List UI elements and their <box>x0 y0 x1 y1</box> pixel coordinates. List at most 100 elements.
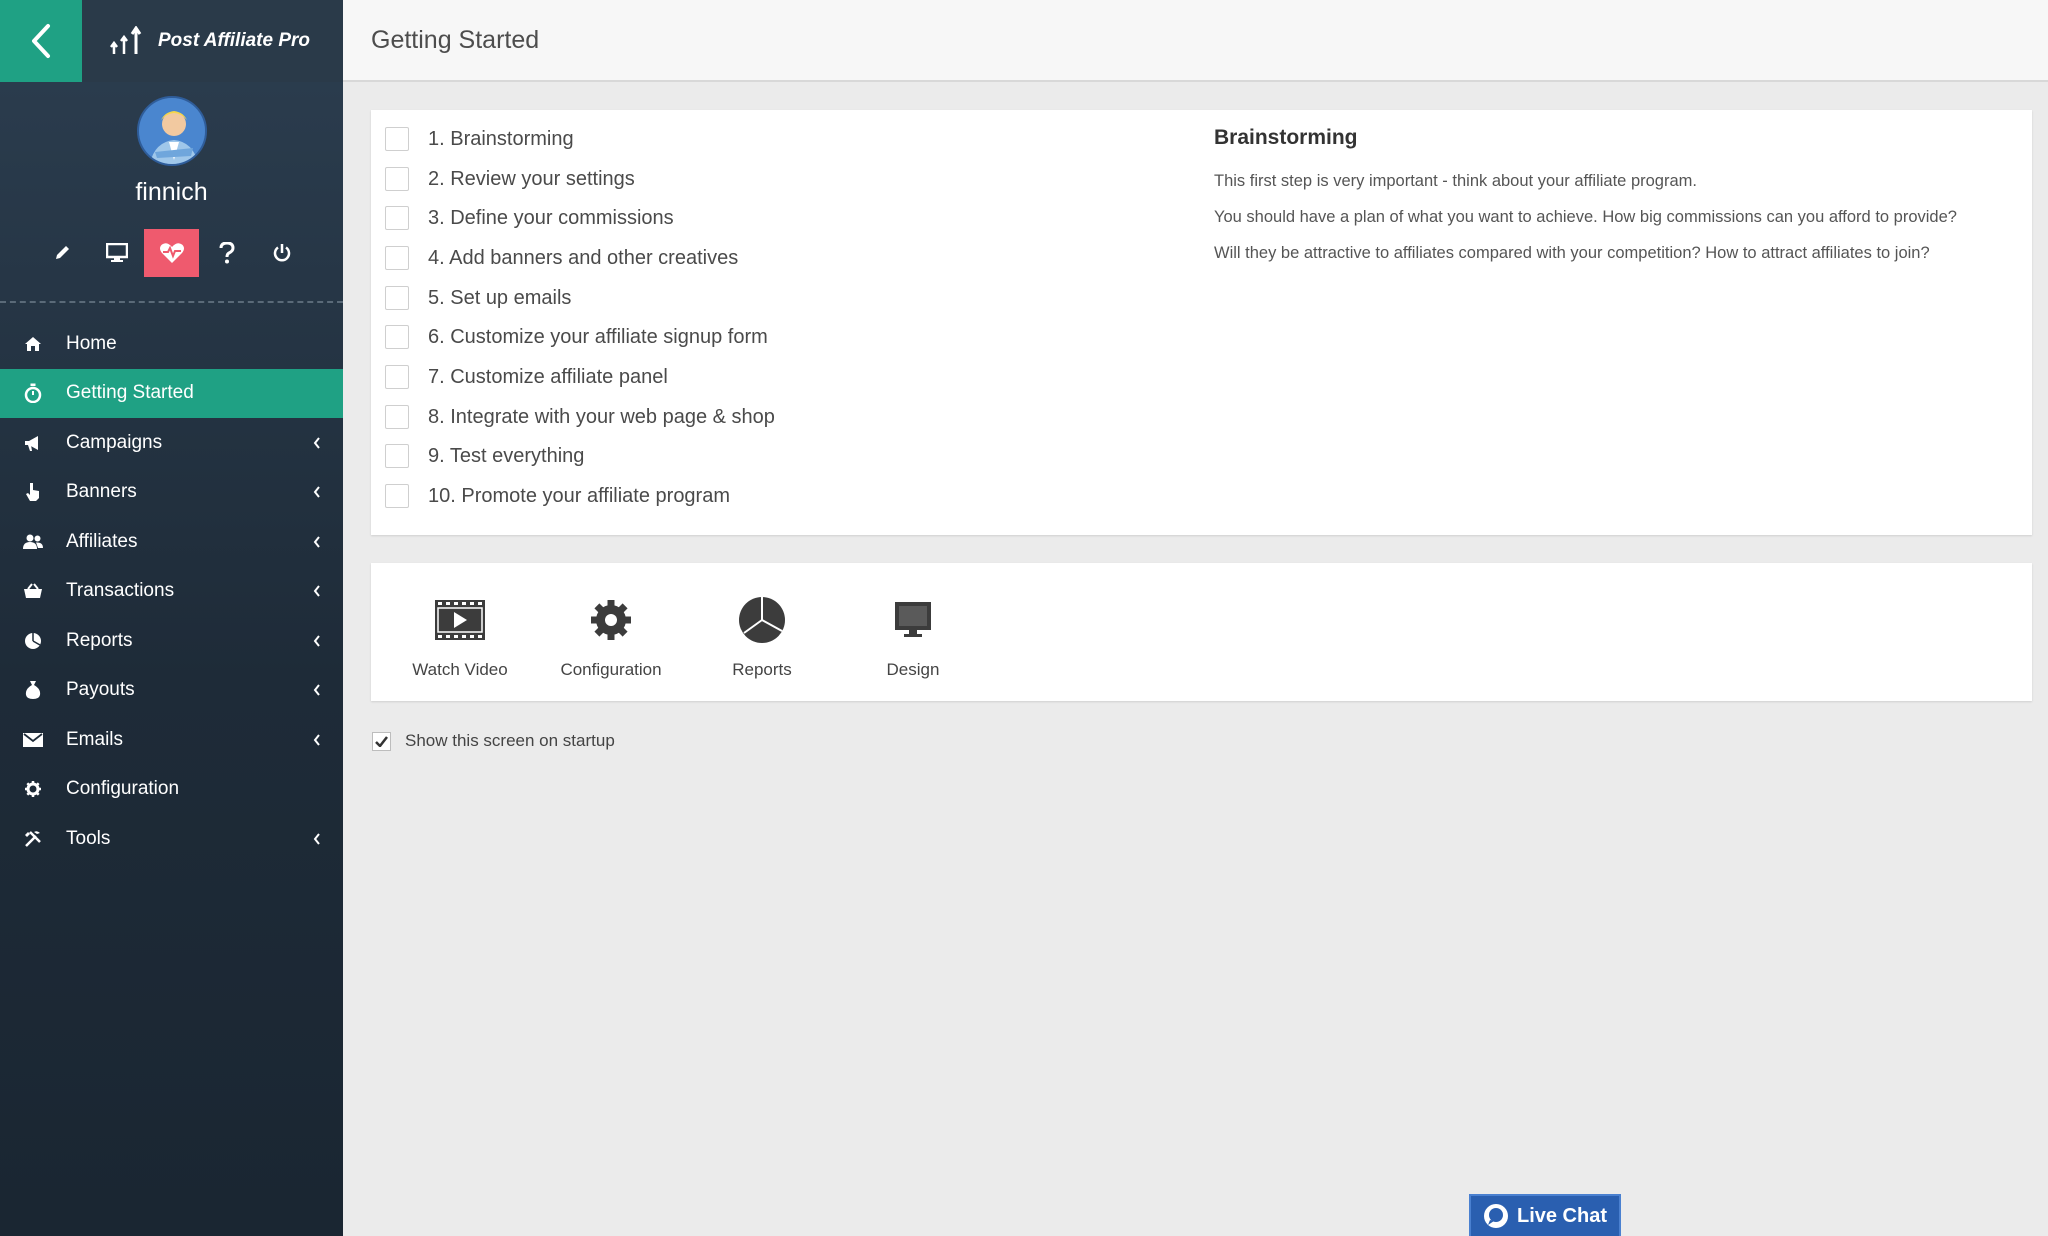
logo-text: Post Affiliate Pro <box>158 30 311 51</box>
step-item[interactable]: 5. Set up emails <box>385 283 571 313</box>
step-checkbox[interactable] <box>385 127 409 151</box>
step-label: 7. Customize affiliate panel <box>428 365 668 388</box>
design-link[interactable]: Design <box>858 595 968 680</box>
nav-item-transactions[interactable]: Transactions <box>0 567 343 617</box>
chevron-left-icon <box>313 833 320 845</box>
step-item[interactable]: 6. Customize your affiliate signup form <box>385 322 768 352</box>
logo-arrows-icon <box>110 26 142 54</box>
step-item[interactable]: 9. Test everything <box>385 441 584 471</box>
basket-icon <box>22 580 44 602</box>
nav-item-reports[interactable]: Reports <box>0 616 343 666</box>
page-title: Getting Started <box>371 26 540 54</box>
video-icon <box>405 595 515 645</box>
chevron-left-icon <box>313 536 320 548</box>
quick-links-panel: Watch Video Configuration Reports Design <box>371 563 2032 701</box>
quick-actions <box>0 229 343 277</box>
health-check-button[interactable] <box>144 229 199 277</box>
edit-profile-button[interactable] <box>34 229 89 277</box>
step-item[interactable]: 2. Review your settings <box>385 164 635 194</box>
money-bag-icon <box>22 679 44 701</box>
envelope-icon <box>22 729 44 751</box>
avatar[interactable] <box>136 96 207 166</box>
step-item[interactable]: 10. Promote your affiliate program <box>385 481 730 511</box>
nav-item-configuration[interactable]: Configuration <box>0 765 343 815</box>
configuration-link[interactable]: Configuration <box>556 595 666 680</box>
step-checkbox[interactable] <box>385 286 409 310</box>
step-label: 5. Set up emails <box>428 286 572 309</box>
step-checkbox[interactable] <box>385 167 409 191</box>
step-label: 10. Promote your affiliate program <box>428 484 731 507</box>
sidebar-divider <box>0 301 343 303</box>
nav-item-label: Getting Started <box>66 382 194 404</box>
help-button[interactable] <box>199 229 254 277</box>
nav-item-getting-started[interactable]: Getting Started <box>0 368 343 418</box>
nav-item-payouts[interactable]: Payouts <box>0 666 343 716</box>
nav-item-emails[interactable]: Emails <box>0 715 343 765</box>
home-icon <box>22 333 44 355</box>
step-checkbox[interactable] <box>385 246 409 270</box>
chevron-left-icon <box>313 635 320 647</box>
nav-item-campaigns[interactable]: Campaigns <box>0 418 343 468</box>
nav-item-tools[interactable]: Tools <box>0 814 343 864</box>
step-label: 6. Customize your affiliate signup form <box>428 325 768 348</box>
step-description-line: You should have a plan of what you want … <box>1214 208 1957 226</box>
sidebar-header: Post Affiliate Pro <box>0 0 343 82</box>
step-item[interactable]: 1. Brainstorming <box>385 124 574 154</box>
chevron-left-icon <box>313 585 320 597</box>
monitor-icon <box>858 595 968 645</box>
power-icon <box>273 244 290 262</box>
pencil-icon <box>55 246 69 259</box>
step-checkbox[interactable] <box>385 405 409 429</box>
gear-icon <box>556 595 666 645</box>
nav-item-home[interactable]: Home <box>0 319 343 369</box>
configuration-label: Configuration <box>560 660 662 679</box>
sidebar: Post Affiliate Pro finnich Home Getting … <box>0 0 343 1236</box>
show-on-startup-label: Show this screen on startup <box>405 731 615 750</box>
nav-item-affiliates[interactable]: Affiliates <box>0 517 343 567</box>
step-checkbox[interactable] <box>385 206 409 230</box>
step-description: Brainstorming This first step is very im… <box>1214 126 2014 280</box>
reports-link[interactable]: Reports <box>707 595 817 680</box>
step-item[interactable]: 4. Add banners and other creatives <box>385 243 738 273</box>
step-checkbox[interactable] <box>385 325 409 349</box>
step-label: 9. Test everything <box>428 444 585 467</box>
affiliate-panel-button[interactable] <box>89 229 144 277</box>
nav-item-label: Configuration <box>66 778 180 800</box>
step-checkbox[interactable] <box>385 484 409 508</box>
step-label: 4. Add banners and other creatives <box>428 246 739 269</box>
nav-item-banners[interactable]: Banners <box>0 468 343 518</box>
nav-item-label: Transactions <box>66 580 175 602</box>
nav-item-label: Payouts <box>66 679 135 701</box>
logout-button[interactable] <box>254 229 309 277</box>
wrench-icon <box>22 828 44 850</box>
step-label: 2. Review your settings <box>428 167 635 190</box>
nav-item-label: Affiliates <box>66 530 138 552</box>
user-profile: finnich <box>0 82 343 207</box>
nav-item-label: Home <box>66 332 117 354</box>
chevron-left-icon <box>32 24 50 58</box>
logo[interactable]: Post Affiliate Pro <box>82 0 343 82</box>
nav-item-label: Emails <box>66 728 124 750</box>
step-checkbox[interactable] <box>385 365 409 389</box>
step-item[interactable]: 3. Define your commissions <box>385 203 674 233</box>
step-label: 1. Brainstorming <box>428 127 574 150</box>
nav-item-label: Tools <box>66 827 111 849</box>
watch-video-link[interactable]: Watch Video <box>405 595 515 680</box>
chevron-left-icon <box>313 684 320 696</box>
reports-label: Reports <box>732 660 792 679</box>
chevron-left-icon <box>313 734 320 746</box>
step-description-line: Will they be attractive to affiliates co… <box>1214 244 1930 262</box>
chevron-left-icon <box>313 437 320 449</box>
chevron-left-icon <box>313 486 320 498</box>
live-chat-button[interactable]: Live Chat <box>1469 1194 1621 1236</box>
show-on-startup-checkbox[interactable] <box>372 731 391 751</box>
step-checkbox[interactable] <box>385 444 409 468</box>
pie-chart-icon <box>22 630 44 652</box>
pie-chart-icon <box>707 595 817 645</box>
step-item[interactable]: 8. Integrate with your web page & shop <box>385 402 775 432</box>
show-on-startup-toggle[interactable]: Show this screen on startup <box>372 731 615 751</box>
step-item[interactable]: 7. Customize affiliate panel <box>385 362 668 392</box>
collapse-sidebar-button[interactable] <box>0 0 82 82</box>
question-icon <box>219 242 235 264</box>
heart-pulse-icon <box>159 243 184 263</box>
